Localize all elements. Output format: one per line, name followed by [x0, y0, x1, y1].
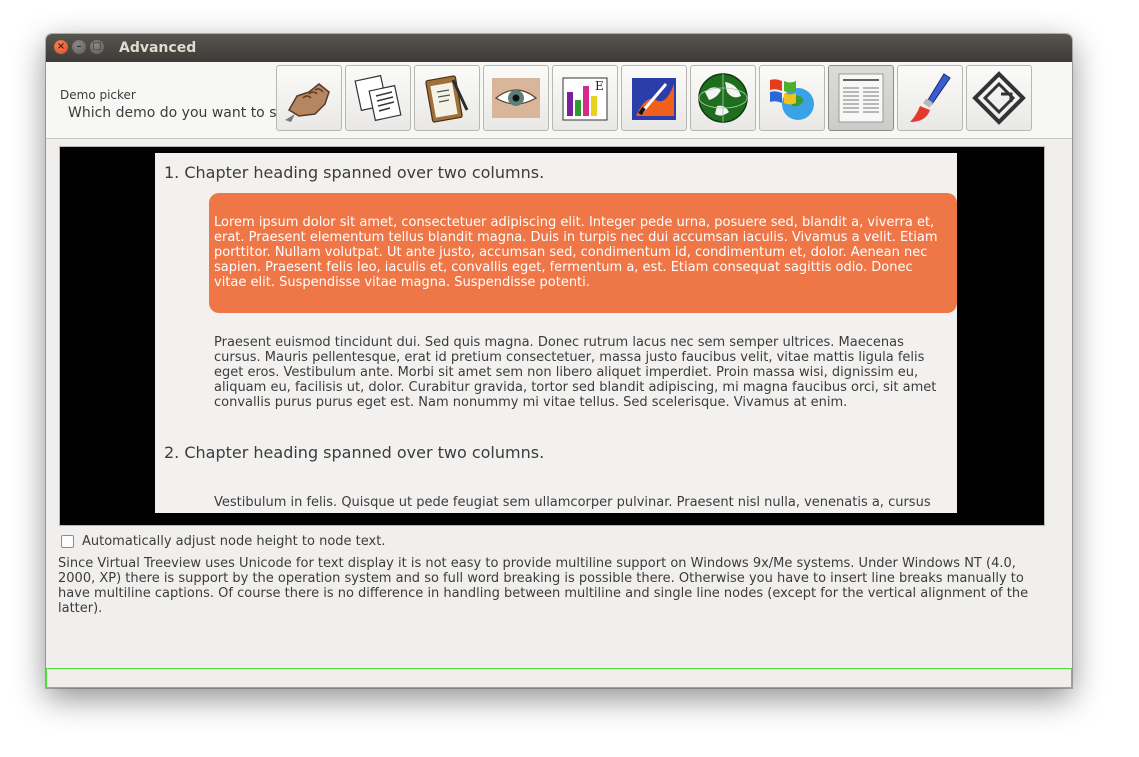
info-text: Since Virtual Treeview uses Unicode for … — [58, 556, 1029, 616]
advanced-window: × – □ Advanced Demo picker Which demo do… — [46, 34, 1072, 688]
tree-node-paragraph-2[interactable]: Vestibulum in felis. Quisque ut pede feu… — [214, 495, 944, 510]
multiline-tree-view[interactable]: 1. Chapter heading spanned over two colu… — [59, 146, 1045, 526]
demo-picker-label: Demo picker — [60, 88, 136, 102]
chart-icon: E — [562, 77, 608, 121]
fist-icon — [285, 83, 330, 122]
demo-button-web[interactable] — [690, 65, 756, 131]
demo-picker-question: Which demo do you want to see? — [68, 105, 302, 121]
windows-icon — [770, 79, 814, 120]
tree-node-paragraph-1[interactable]: Praesent euismod tincidunt dui. Sed quis… — [214, 335, 944, 410]
demo-button-paint[interactable] — [621, 65, 687, 131]
title-bar: × – □ Advanced — [46, 34, 1072, 62]
diamond-logo-icon — [972, 71, 1026, 125]
page-layout-icon — [838, 73, 884, 123]
close-button[interactable]: × — [54, 40, 68, 54]
highlighted-node[interactable]: Lorem ipsum dolor sit amet, consectetuer… — [209, 193, 957, 313]
maximize-button[interactable]: □ — [90, 40, 104, 54]
demo-picker-panel: Demo picker Which demo do you want to se… — [46, 62, 1072, 139]
minimize-button[interactable]: – — [72, 40, 86, 54]
auto-adjust-label[interactable]: Automatically adjust node height to node… — [82, 534, 385, 549]
paintbrush-icon — [910, 73, 951, 122]
tree-page: 1. Chapter heading spanned over two colu… — [155, 153, 957, 513]
documents-icon — [354, 74, 402, 122]
paint-icon — [632, 78, 676, 120]
close-icon: × — [56, 41, 66, 52]
demo-button-multiline[interactable] — [828, 65, 894, 131]
chapter-heading-1[interactable]: 1. Chapter heading spanned over two colu… — [164, 163, 544, 182]
demo-button-properties[interactable] — [345, 65, 411, 131]
auto-adjust-option[interactable]: Automatically adjust node height to node… — [61, 534, 385, 549]
chapter-heading-2[interactable]: 2. Chapter heading spanned over two colu… — [164, 443, 544, 462]
demo-button-about[interactable] — [966, 65, 1032, 131]
auto-adjust-checkbox[interactable] — [61, 535, 74, 548]
demo-button-windows[interactable] — [759, 65, 825, 131]
maximize-icon: □ — [92, 41, 102, 52]
clipboard-icon — [425, 75, 469, 123]
demo-button-clipboard[interactable] — [414, 65, 480, 131]
globe-icon — [698, 73, 748, 123]
minimize-icon: – — [76, 41, 82, 52]
window-title: Advanced — [119, 40, 197, 56]
demo-button-speed[interactable] — [276, 65, 342, 131]
demo-button-grid[interactable]: E — [552, 65, 618, 131]
demo-button-draw[interactable] — [897, 65, 963, 131]
status-bar — [46, 668, 1072, 688]
eye-icon — [492, 78, 540, 118]
demo-button-visual[interactable] — [483, 65, 549, 131]
svg-text:E: E — [595, 79, 604, 93]
